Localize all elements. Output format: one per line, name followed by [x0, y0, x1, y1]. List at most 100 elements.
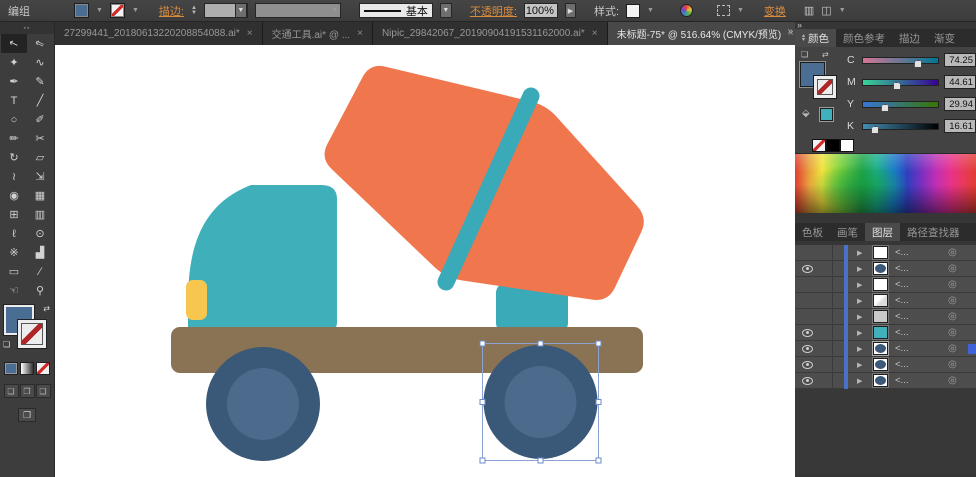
none-mode-button[interactable] — [36, 362, 50, 375]
cmyk-m-slider[interactable] — [862, 79, 939, 86]
collapse-dock-icon[interactable]: » — [797, 20, 800, 30]
layer-name[interactable]: <... — [895, 295, 908, 306]
eye-icon[interactable] — [802, 329, 813, 337]
layer-name[interactable]: <... — [895, 263, 908, 274]
document-tab[interactable]: 未标题-75* @ 516.64% (CMYK/预览)× — [608, 22, 795, 45]
direct-selection-tool[interactable]: ⇖ — [27, 34, 53, 53]
layer-thumbnail[interactable] — [873, 278, 888, 291]
layers-tab-1[interactable]: 色板 — [795, 223, 830, 241]
cmyk-y-value[interactable]: 29.94 — [944, 97, 976, 111]
tab-close-icon[interactable]: × — [592, 28, 598, 39]
stroke-dropdown-icon[interactable]: ▼ — [132, 7, 139, 14]
layer-name[interactable]: <... — [895, 359, 908, 370]
style-swatch[interactable] — [626, 4, 640, 18]
layer-thumbnail[interactable] — [873, 262, 888, 275]
expand-triangle-icon[interactable]: ▶ — [857, 345, 862, 353]
draw-normal-button[interactable]: ❏ — [4, 384, 19, 398]
swap-fill-stroke-icon[interactable]: ⇄ — [43, 304, 50, 313]
color-mode-button[interactable] — [4, 362, 18, 375]
layers-tab-2[interactable]: 画笔 — [830, 223, 865, 241]
black-color-swatch[interactable] — [826, 139, 840, 152]
selection-handle[interactable] — [480, 458, 485, 463]
visibility-cell[interactable] — [795, 309, 833, 324]
paintbrush-tool[interactable]: ✐ — [27, 110, 53, 129]
cmyk-m-value[interactable]: 44.61 — [944, 75, 976, 89]
fill-color-swatch[interactable] — [74, 3, 89, 18]
left-wheel-inner[interactable] — [227, 368, 299, 440]
eye-icon[interactable] — [802, 345, 813, 353]
perspective-grid-tool[interactable]: ▦ — [27, 186, 53, 205]
selection-handle[interactable] — [538, 458, 543, 463]
layer-row[interactable]: ▶<...◎ — [795, 309, 976, 325]
visibility-cell[interactable] — [795, 341, 833, 356]
panel-stroke-swatch[interactable] — [813, 75, 837, 99]
zoom-tool[interactable]: ⚲ — [27, 281, 53, 300]
slider-handle[interactable] — [914, 60, 922, 68]
style-dropdown-icon[interactable]: ▼ — [647, 7, 654, 14]
target-circle-icon[interactable]: ◎ — [948, 311, 957, 322]
visibility-cell[interactable] — [795, 357, 833, 372]
artboard-canvas[interactable] — [55, 45, 795, 477]
cmyk-y-slider[interactable] — [862, 101, 939, 108]
layer-name[interactable]: <... — [895, 247, 908, 258]
recolor-artwork-icon[interactable] — [680, 4, 693, 17]
layer-thumbnail[interactable] — [873, 358, 888, 371]
expand-triangle-icon[interactable]: ▶ — [857, 249, 862, 257]
curvature-tool[interactable]: ✎ — [27, 72, 53, 91]
panel-collapse-icon[interactable]: ▴▾ — [802, 34, 805, 42]
free-transform-tool[interactable]: ⇲ — [27, 167, 53, 186]
target-circle-icon[interactable]: ◎ — [948, 279, 957, 290]
scale-tool[interactable]: ▱ — [27, 148, 53, 167]
brush-definition-dropdown[interactable]: 基本 — [359, 3, 433, 18]
opacity-link[interactable]: 不透明度: — [470, 3, 517, 19]
selection-handle[interactable] — [596, 400, 601, 405]
scissors-tool[interactable]: ✂ — [27, 129, 53, 148]
color-tab-3[interactable]: 描边 — [892, 29, 927, 47]
tab-close-icon[interactable]: × — [247, 28, 253, 39]
screen-mode-button[interactable]: ❐ — [18, 408, 36, 422]
stroke-weight-stepper[interactable]: ▲▼ — [191, 6, 197, 16]
pen-tool[interactable]: ✒ — [1, 72, 27, 91]
select-similar-icon[interactable] — [717, 5, 730, 16]
magic-wand-tool[interactable]: ✦ — [1, 53, 27, 72]
slider-handle[interactable] — [893, 82, 901, 90]
ellipse-tool[interactable]: ○ — [1, 110, 27, 129]
target-circle-icon[interactable]: ◎ — [948, 247, 957, 258]
stroke-color-swatch[interactable] — [110, 3, 125, 18]
layer-name[interactable]: <... — [895, 327, 908, 338]
out-of-gamut-icon[interactable]: ⬙ — [802, 108, 810, 119]
artboard-tool[interactable]: ▭ — [1, 262, 27, 281]
color-spectrum[interactable] — [795, 153, 976, 213]
transform-link[interactable]: 变换 — [764, 3, 786, 19]
swap-colors-icon[interactable]: ⇄ — [822, 50, 829, 59]
slice-tool[interactable]: ∕ — [27, 262, 53, 281]
shape-builder-tool[interactable]: ◉ — [1, 186, 27, 205]
toolbar-stroke-swatch[interactable] — [17, 319, 47, 349]
align-dropdown-icon[interactable]: ▼ — [839, 7, 846, 14]
brush-dropdown-icon[interactable]: ▼ — [440, 3, 452, 18]
web-safe-swatch[interactable] — [820, 108, 833, 121]
expand-triangle-icon[interactable]: ▶ — [857, 297, 862, 305]
target-circle-icon[interactable]: ◎ — [948, 263, 957, 274]
color-tab-4[interactable]: 渐变 — [927, 29, 962, 47]
column-graph-tool[interactable]: ▟ — [27, 243, 53, 262]
align-objects-icon[interactable]: ▥ — [804, 4, 814, 17]
layer-row[interactable]: ▶<...◎ — [795, 373, 976, 389]
tools-panel-grip[interactable]: ▪▪ — [0, 22, 54, 34]
layers-tab-4[interactable]: 路径查找器 — [900, 223, 967, 241]
chevron-down-icon[interactable]: ▼ — [331, 7, 338, 14]
hand-tool[interactable]: ☜ — [1, 281, 27, 300]
layer-thumbnail[interactable] — [873, 246, 888, 259]
color-tab-2[interactable]: 颜色参考 — [836, 29, 892, 47]
cmyk-c-value[interactable]: 74.25 — [944, 53, 976, 67]
visibility-cell[interactable] — [795, 261, 833, 276]
color-tab-1[interactable]: ▴▾颜色 — [795, 29, 836, 47]
slider-handle[interactable] — [871, 126, 879, 134]
layer-thumbnail[interactable] — [873, 374, 888, 387]
symbol-sprayer-tool[interactable]: ※ — [1, 243, 27, 262]
document-tab[interactable]: Nipic_29842067_20190904191531162000.ai*× — [373, 22, 608, 45]
expand-triangle-icon[interactable]: ▶ — [857, 313, 862, 321]
expand-triangle-icon[interactable]: ▶ — [857, 361, 862, 369]
layer-name[interactable]: <... — [895, 375, 908, 386]
target-circle-icon[interactable]: ◎ — [948, 359, 957, 370]
